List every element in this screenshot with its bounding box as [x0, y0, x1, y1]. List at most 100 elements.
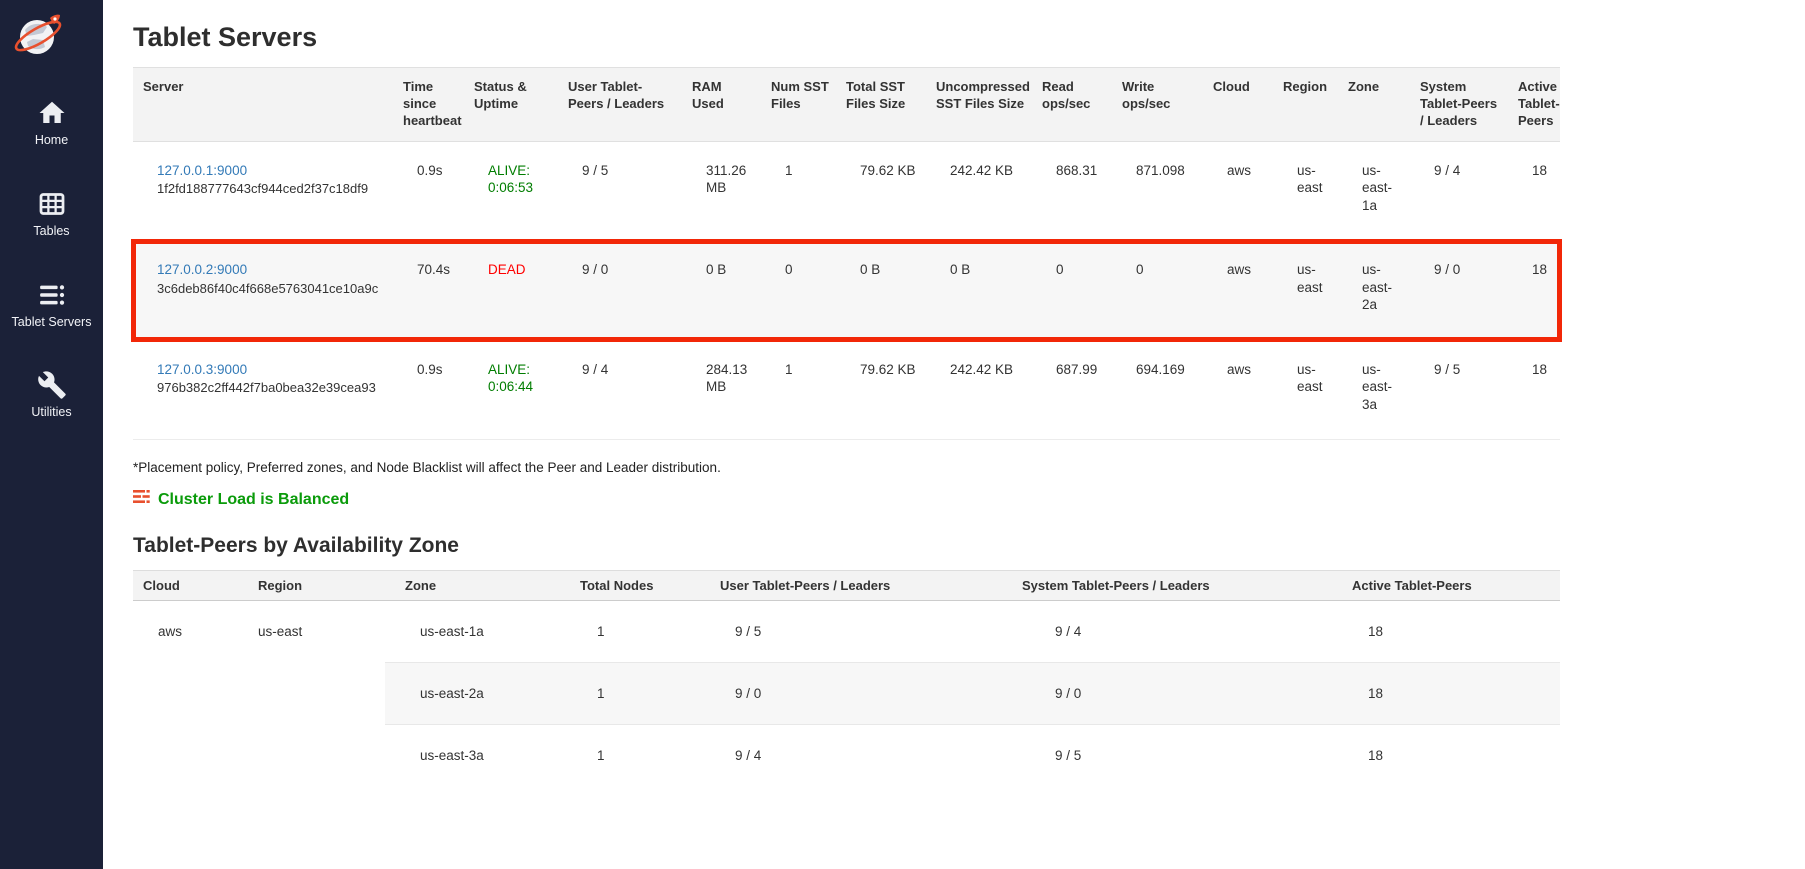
region-cell: us-east: [1273, 340, 1338, 440]
server-uuid: 3c6deb86f40c4f668e5763041ce10a9c: [157, 280, 391, 298]
read-ops-cell: 868.31: [1032, 141, 1112, 241]
az-row: aws us-east us-east-1a 1 9 / 5 9 / 4 18: [133, 601, 1560, 663]
page-title: Tablet Servers: [133, 22, 1805, 53]
status-cell: DEAD: [464, 241, 558, 341]
sidebar-item-label: Utilities: [31, 406, 71, 420]
table-header-row: Server Time since heartbeat Status & Upt…: [133, 68, 1560, 142]
active-peers-cell: 18: [1508, 241, 1560, 341]
num-sst-cell: 1: [761, 141, 836, 241]
user-peers-cell: 9 / 5: [690, 601, 990, 663]
ram-cell: 311.26 MB: [682, 141, 761, 241]
user-peers-cell: 9 / 0: [558, 241, 682, 341]
server-link[interactable]: 127.0.0.2:9000: [157, 262, 247, 277]
system-peers-cell: 9 / 5: [990, 725, 1330, 787]
col-uncompressed-sst: Uncompressed SST Files Size: [926, 68, 1032, 142]
sidebar-item-home[interactable]: Home: [0, 97, 103, 148]
az-section-title: Tablet-Peers by Availability Zone: [133, 534, 1805, 558]
server-cell: 127.0.0.3:9000 976b382c2ff442f7ba0bea32e…: [133, 340, 393, 440]
ram-cell: 0 B: [682, 241, 761, 341]
heartbeat-cell: 0.9s: [393, 141, 464, 241]
sidebar-item-utilities[interactable]: Utilities: [0, 369, 103, 420]
system-peers-cell: 9 / 0: [1410, 241, 1508, 341]
active-peers-cell: 18: [1330, 725, 1560, 787]
active-peers-cell: 18: [1330, 601, 1560, 663]
zone-cell: us-east-1a: [1338, 141, 1410, 241]
placement-policy-footnote: *Placement policy, Preferred zones, and …: [133, 460, 1805, 475]
user-peers-cell: 9 / 4: [558, 340, 682, 440]
num-sst-cell: 0: [761, 241, 836, 341]
sidebar-nav: Home Tables: [0, 97, 103, 420]
total-sst-cell: 0 B: [836, 241, 926, 341]
main-content: Tablet Servers Server Time since heartbe…: [103, 0, 1805, 869]
uncompressed-sst-cell: 242.42 KB: [926, 340, 1032, 440]
col-zone: Zone: [385, 571, 560, 601]
status-label: ALIVE:: [488, 361, 553, 379]
cloud-cell: aws: [1203, 241, 1273, 341]
active-peers-cell: 18: [1508, 141, 1560, 241]
total-nodes-cell: 1: [560, 663, 690, 725]
region-cell: us-east: [230, 601, 385, 787]
balance-icon: [133, 489, 150, 510]
system-peers-cell: 9 / 4: [990, 601, 1330, 663]
uptime-value: 0:06:44: [488, 378, 553, 396]
active-peers-cell: 18: [1508, 340, 1560, 440]
system-peers-cell: 9 / 4: [1410, 141, 1508, 241]
status-label: DEAD: [488, 261, 553, 279]
col-heartbeat: Time since heartbeat: [393, 68, 464, 142]
uncompressed-sst-cell: 242.42 KB: [926, 141, 1032, 241]
utilities-icon: [37, 369, 67, 401]
zone-cell: us-east-3a: [385, 725, 560, 787]
zone-cell: us-east-3a: [1338, 340, 1410, 440]
sidebar-item-tables[interactable]: Tables: [0, 188, 103, 239]
col-cloud: Cloud: [133, 571, 230, 601]
user-peers-cell: 9 / 0: [690, 663, 990, 725]
col-region: Region: [230, 571, 385, 601]
col-write-ops: Write ops/sec: [1112, 68, 1203, 142]
zone-cell: us-east-1a: [385, 601, 560, 663]
col-cloud: Cloud: [1203, 68, 1273, 142]
read-ops-cell: 687.99: [1032, 340, 1112, 440]
user-peers-cell: 9 / 4: [690, 725, 990, 787]
server-row-dead-highlighted: 127.0.0.2:9000 3c6deb86f40c4f668e5763041…: [133, 241, 1560, 341]
col-status: Status & Uptime: [464, 68, 558, 142]
server-link[interactable]: 127.0.0.3:9000: [157, 362, 247, 377]
ram-cell: 284.13 MB: [682, 340, 761, 440]
tablet-servers-icon: [36, 279, 68, 311]
tablet-peers-by-az-table: Cloud Region Zone Total Nodes User Table…: [133, 570, 1560, 786]
status-cell: ALIVE: 0:06:44: [464, 340, 558, 440]
col-active-peers: Active Tablet-Peers: [1330, 571, 1560, 601]
col-user-peers: User Tablet-Peers / Leaders: [690, 571, 990, 601]
total-sst-cell: 79.62 KB: [836, 340, 926, 440]
num-sst-cell: 1: [761, 340, 836, 440]
region-cell: us-east: [1273, 141, 1338, 241]
home-icon: [37, 97, 67, 129]
sidebar-item-label: Tables: [33, 225, 69, 239]
server-row: 127.0.0.3:9000 976b382c2ff442f7ba0bea32e…: [133, 340, 1560, 440]
tablet-servers-table: Server Time since heartbeat Status & Upt…: [133, 67, 1560, 440]
tables-icon: [37, 188, 67, 220]
read-ops-cell: 0: [1032, 241, 1112, 341]
server-link[interactable]: 127.0.0.1:9000: [157, 163, 247, 178]
cloud-cell: aws: [133, 601, 230, 787]
sidebar: Home Tables: [0, 0, 103, 869]
sidebar-item-label: Tablet Servers: [12, 316, 92, 330]
write-ops-cell: 871.098: [1112, 141, 1203, 241]
uncompressed-sst-cell: 0 B: [926, 241, 1032, 341]
status-cell: ALIVE: 0:06:53: [464, 141, 558, 241]
col-ram: RAM Used: [682, 68, 761, 142]
cluster-load-status: Cluster Load is Balanced: [133, 489, 1805, 510]
sidebar-item-tablet-servers[interactable]: Tablet Servers: [0, 279, 103, 330]
yugabyte-logo-icon[interactable]: [12, 8, 103, 67]
sidebar-item-label: Home: [35, 134, 68, 148]
balance-status-text: Cluster Load is Balanced: [158, 491, 349, 509]
heartbeat-cell: 70.4s: [393, 241, 464, 341]
uptime-value: 0:06:53: [488, 179, 553, 197]
cloud-cell: aws: [1203, 340, 1273, 440]
server-cell: 127.0.0.1:9000 1f2fd188777643cf944ced2f3…: [133, 141, 393, 241]
col-active-peers: Active Tablet-Peers: [1508, 68, 1560, 142]
col-num-sst: Num SST Files: [761, 68, 836, 142]
col-zone: Zone: [1338, 68, 1410, 142]
total-sst-cell: 79.62 KB: [836, 141, 926, 241]
system-peers-cell: 9 / 0: [990, 663, 1330, 725]
col-region: Region: [1273, 68, 1338, 142]
